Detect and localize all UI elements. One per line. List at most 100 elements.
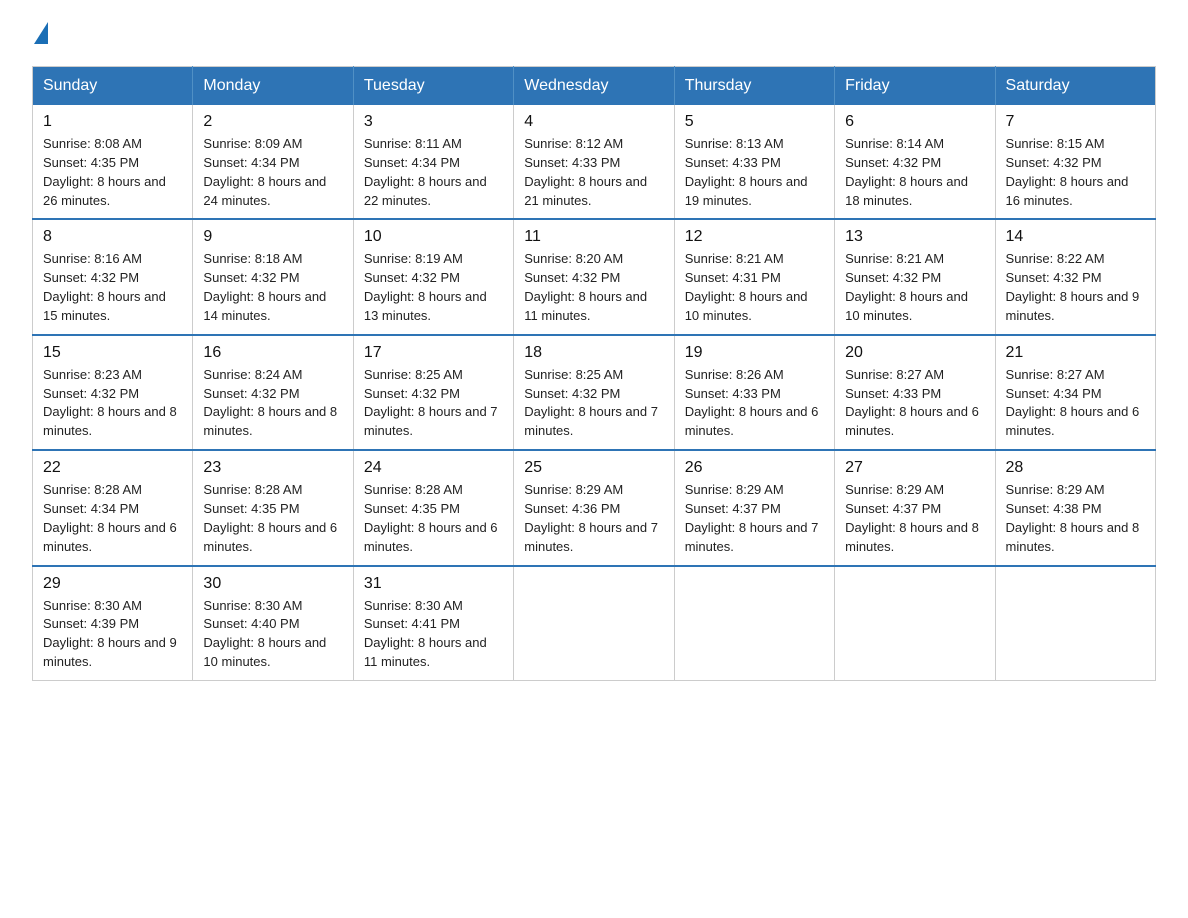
day-cell: 16 Sunrise: 8:24 AMSunset: 4:32 PMDaylig… (193, 335, 353, 450)
day-cell: 27 Sunrise: 8:29 AMSunset: 4:37 PMDaylig… (835, 450, 995, 565)
day-cell: 7 Sunrise: 8:15 AMSunset: 4:32 PMDayligh… (995, 105, 1155, 219)
header-cell-sunday: Sunday (33, 67, 193, 106)
day-number: 17 (364, 344, 503, 362)
day-info: Sunrise: 8:13 AMSunset: 4:33 PMDaylight:… (685, 136, 808, 208)
day-number: 22 (43, 459, 182, 477)
calendar-header: SundayMondayTuesdayWednesdayThursdayFrid… (33, 67, 1156, 106)
day-cell: 30 Sunrise: 8:30 AMSunset: 4:40 PMDaylig… (193, 566, 353, 681)
day-info: Sunrise: 8:28 AMSunset: 4:34 PMDaylight:… (43, 482, 177, 554)
day-info: Sunrise: 8:30 AMSunset: 4:39 PMDaylight:… (43, 598, 177, 670)
header-cell-saturday: Saturday (995, 67, 1155, 106)
day-cell: 24 Sunrise: 8:28 AMSunset: 4:35 PMDaylig… (353, 450, 513, 565)
day-info: Sunrise: 8:25 AMSunset: 4:32 PMDaylight:… (364, 367, 498, 439)
day-cell: 28 Sunrise: 8:29 AMSunset: 4:38 PMDaylig… (995, 450, 1155, 565)
header-cell-thursday: Thursday (674, 67, 834, 106)
day-number: 12 (685, 228, 824, 246)
day-number: 21 (1006, 344, 1145, 362)
day-cell: 15 Sunrise: 8:23 AMSunset: 4:32 PMDaylig… (33, 335, 193, 450)
day-cell: 9 Sunrise: 8:18 AMSunset: 4:32 PMDayligh… (193, 219, 353, 334)
header-row: SundayMondayTuesdayWednesdayThursdayFrid… (33, 67, 1156, 106)
day-info: Sunrise: 8:30 AMSunset: 4:40 PMDaylight:… (203, 598, 326, 670)
header-cell-friday: Friday (835, 67, 995, 106)
logo (32, 24, 50, 46)
day-number: 18 (524, 344, 663, 362)
day-info: Sunrise: 8:29 AMSunset: 4:38 PMDaylight:… (1006, 482, 1140, 554)
day-number: 2 (203, 113, 342, 131)
day-cell (674, 566, 834, 681)
day-cell: 25 Sunrise: 8:29 AMSunset: 4:36 PMDaylig… (514, 450, 674, 565)
day-info: Sunrise: 8:26 AMSunset: 4:33 PMDaylight:… (685, 367, 819, 439)
day-number: 20 (845, 344, 984, 362)
week-row-5: 29 Sunrise: 8:30 AMSunset: 4:39 PMDaylig… (33, 566, 1156, 681)
day-cell: 26 Sunrise: 8:29 AMSunset: 4:37 PMDaylig… (674, 450, 834, 565)
logo-triangle-icon (34, 22, 48, 44)
day-info: Sunrise: 8:28 AMSunset: 4:35 PMDaylight:… (203, 482, 337, 554)
day-number: 13 (845, 228, 984, 246)
day-cell: 11 Sunrise: 8:20 AMSunset: 4:32 PMDaylig… (514, 219, 674, 334)
day-number: 14 (1006, 228, 1145, 246)
day-info: Sunrise: 8:28 AMSunset: 4:35 PMDaylight:… (364, 482, 498, 554)
day-cell: 10 Sunrise: 8:19 AMSunset: 4:32 PMDaylig… (353, 219, 513, 334)
day-cell: 5 Sunrise: 8:13 AMSunset: 4:33 PMDayligh… (674, 105, 834, 219)
day-cell: 12 Sunrise: 8:21 AMSunset: 4:31 PMDaylig… (674, 219, 834, 334)
header-cell-monday: Monday (193, 67, 353, 106)
day-number: 27 (845, 459, 984, 477)
day-number: 4 (524, 113, 663, 131)
day-info: Sunrise: 8:29 AMSunset: 4:37 PMDaylight:… (685, 482, 819, 554)
day-number: 28 (1006, 459, 1145, 477)
day-info: Sunrise: 8:22 AMSunset: 4:32 PMDaylight:… (1006, 251, 1140, 323)
day-cell: 22 Sunrise: 8:28 AMSunset: 4:34 PMDaylig… (33, 450, 193, 565)
day-info: Sunrise: 8:25 AMSunset: 4:32 PMDaylight:… (524, 367, 658, 439)
day-cell: 20 Sunrise: 8:27 AMSunset: 4:33 PMDaylig… (835, 335, 995, 450)
day-number: 7 (1006, 113, 1145, 131)
day-info: Sunrise: 8:20 AMSunset: 4:32 PMDaylight:… (524, 251, 647, 323)
day-cell: 8 Sunrise: 8:16 AMSunset: 4:32 PMDayligh… (33, 219, 193, 334)
day-info: Sunrise: 8:14 AMSunset: 4:32 PMDaylight:… (845, 136, 968, 208)
day-info: Sunrise: 8:11 AMSunset: 4:34 PMDaylight:… (364, 136, 487, 208)
day-cell: 17 Sunrise: 8:25 AMSunset: 4:32 PMDaylig… (353, 335, 513, 450)
day-info: Sunrise: 8:15 AMSunset: 4:32 PMDaylight:… (1006, 136, 1129, 208)
day-info: Sunrise: 8:27 AMSunset: 4:33 PMDaylight:… (845, 367, 979, 439)
day-number: 6 (845, 113, 984, 131)
page-header (32, 24, 1156, 46)
day-info: Sunrise: 8:18 AMSunset: 4:32 PMDaylight:… (203, 251, 326, 323)
day-number: 25 (524, 459, 663, 477)
day-cell (514, 566, 674, 681)
day-number: 1 (43, 113, 182, 131)
day-info: Sunrise: 8:21 AMSunset: 4:31 PMDaylight:… (685, 251, 808, 323)
day-number: 26 (685, 459, 824, 477)
day-info: Sunrise: 8:09 AMSunset: 4:34 PMDaylight:… (203, 136, 326, 208)
calendar-body: 1 Sunrise: 8:08 AMSunset: 4:35 PMDayligh… (33, 105, 1156, 680)
day-cell: 4 Sunrise: 8:12 AMSunset: 4:33 PMDayligh… (514, 105, 674, 219)
week-row-4: 22 Sunrise: 8:28 AMSunset: 4:34 PMDaylig… (33, 450, 1156, 565)
day-info: Sunrise: 8:27 AMSunset: 4:34 PMDaylight:… (1006, 367, 1140, 439)
day-cell: 2 Sunrise: 8:09 AMSunset: 4:34 PMDayligh… (193, 105, 353, 219)
day-cell: 21 Sunrise: 8:27 AMSunset: 4:34 PMDaylig… (995, 335, 1155, 450)
day-cell: 23 Sunrise: 8:28 AMSunset: 4:35 PMDaylig… (193, 450, 353, 565)
day-info: Sunrise: 8:30 AMSunset: 4:41 PMDaylight:… (364, 598, 487, 670)
day-number: 30 (203, 575, 342, 593)
day-number: 16 (203, 344, 342, 362)
week-row-2: 8 Sunrise: 8:16 AMSunset: 4:32 PMDayligh… (33, 219, 1156, 334)
day-number: 19 (685, 344, 824, 362)
day-cell: 14 Sunrise: 8:22 AMSunset: 4:32 PMDaylig… (995, 219, 1155, 334)
week-row-3: 15 Sunrise: 8:23 AMSunset: 4:32 PMDaylig… (33, 335, 1156, 450)
day-number: 9 (203, 228, 342, 246)
day-info: Sunrise: 8:08 AMSunset: 4:35 PMDaylight:… (43, 136, 166, 208)
day-info: Sunrise: 8:29 AMSunset: 4:37 PMDaylight:… (845, 482, 979, 554)
header-cell-tuesday: Tuesday (353, 67, 513, 106)
day-number: 29 (43, 575, 182, 593)
day-cell: 1 Sunrise: 8:08 AMSunset: 4:35 PMDayligh… (33, 105, 193, 219)
day-cell: 19 Sunrise: 8:26 AMSunset: 4:33 PMDaylig… (674, 335, 834, 450)
day-number: 23 (203, 459, 342, 477)
day-number: 8 (43, 228, 182, 246)
day-number: 24 (364, 459, 503, 477)
day-number: 5 (685, 113, 824, 131)
day-info: Sunrise: 8:21 AMSunset: 4:32 PMDaylight:… (845, 251, 968, 323)
day-number: 3 (364, 113, 503, 131)
day-number: 31 (364, 575, 503, 593)
day-number: 10 (364, 228, 503, 246)
day-info: Sunrise: 8:12 AMSunset: 4:33 PMDaylight:… (524, 136, 647, 208)
day-number: 11 (524, 228, 663, 246)
day-cell: 31 Sunrise: 8:30 AMSunset: 4:41 PMDaylig… (353, 566, 513, 681)
